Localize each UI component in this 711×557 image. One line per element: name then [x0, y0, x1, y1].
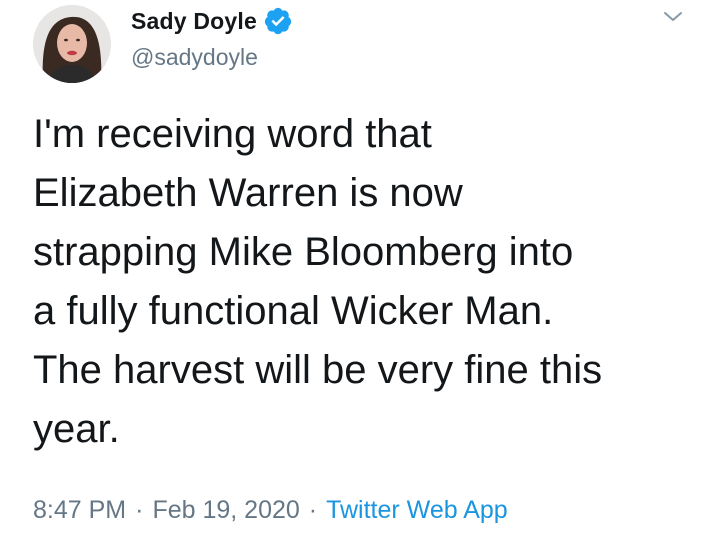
- source-link[interactable]: Twitter Web App: [326, 496, 508, 525]
- meta-separator: ·: [308, 496, 318, 524]
- tweet-card: Sady Doyle @sadydoyle I'm receiving word…: [0, 0, 711, 557]
- chevron-down-icon[interactable]: [661, 5, 685, 29]
- verified-badge-icon: [263, 6, 293, 36]
- meta-separator: ·: [135, 496, 144, 524]
- author-handle[interactable]: @sadydoyle: [131, 44, 258, 71]
- tweet-time[interactable]: 8:47 PM: [33, 496, 126, 525]
- author-name-row: Sady Doyle: [131, 6, 293, 36]
- tweet-date[interactable]: Feb 19, 2020: [152, 496, 299, 525]
- tweet-text: I'm receiving word that Elizabeth Warren…: [33, 112, 603, 451]
- display-name[interactable]: Sady Doyle: [131, 8, 257, 35]
- avatar-photo-icon: [33, 5, 111, 83]
- tweet-meta: 8:47 PM · Feb 19, 2020 · Twitter Web App: [33, 496, 508, 525]
- avatar[interactable]: [33, 5, 111, 83]
